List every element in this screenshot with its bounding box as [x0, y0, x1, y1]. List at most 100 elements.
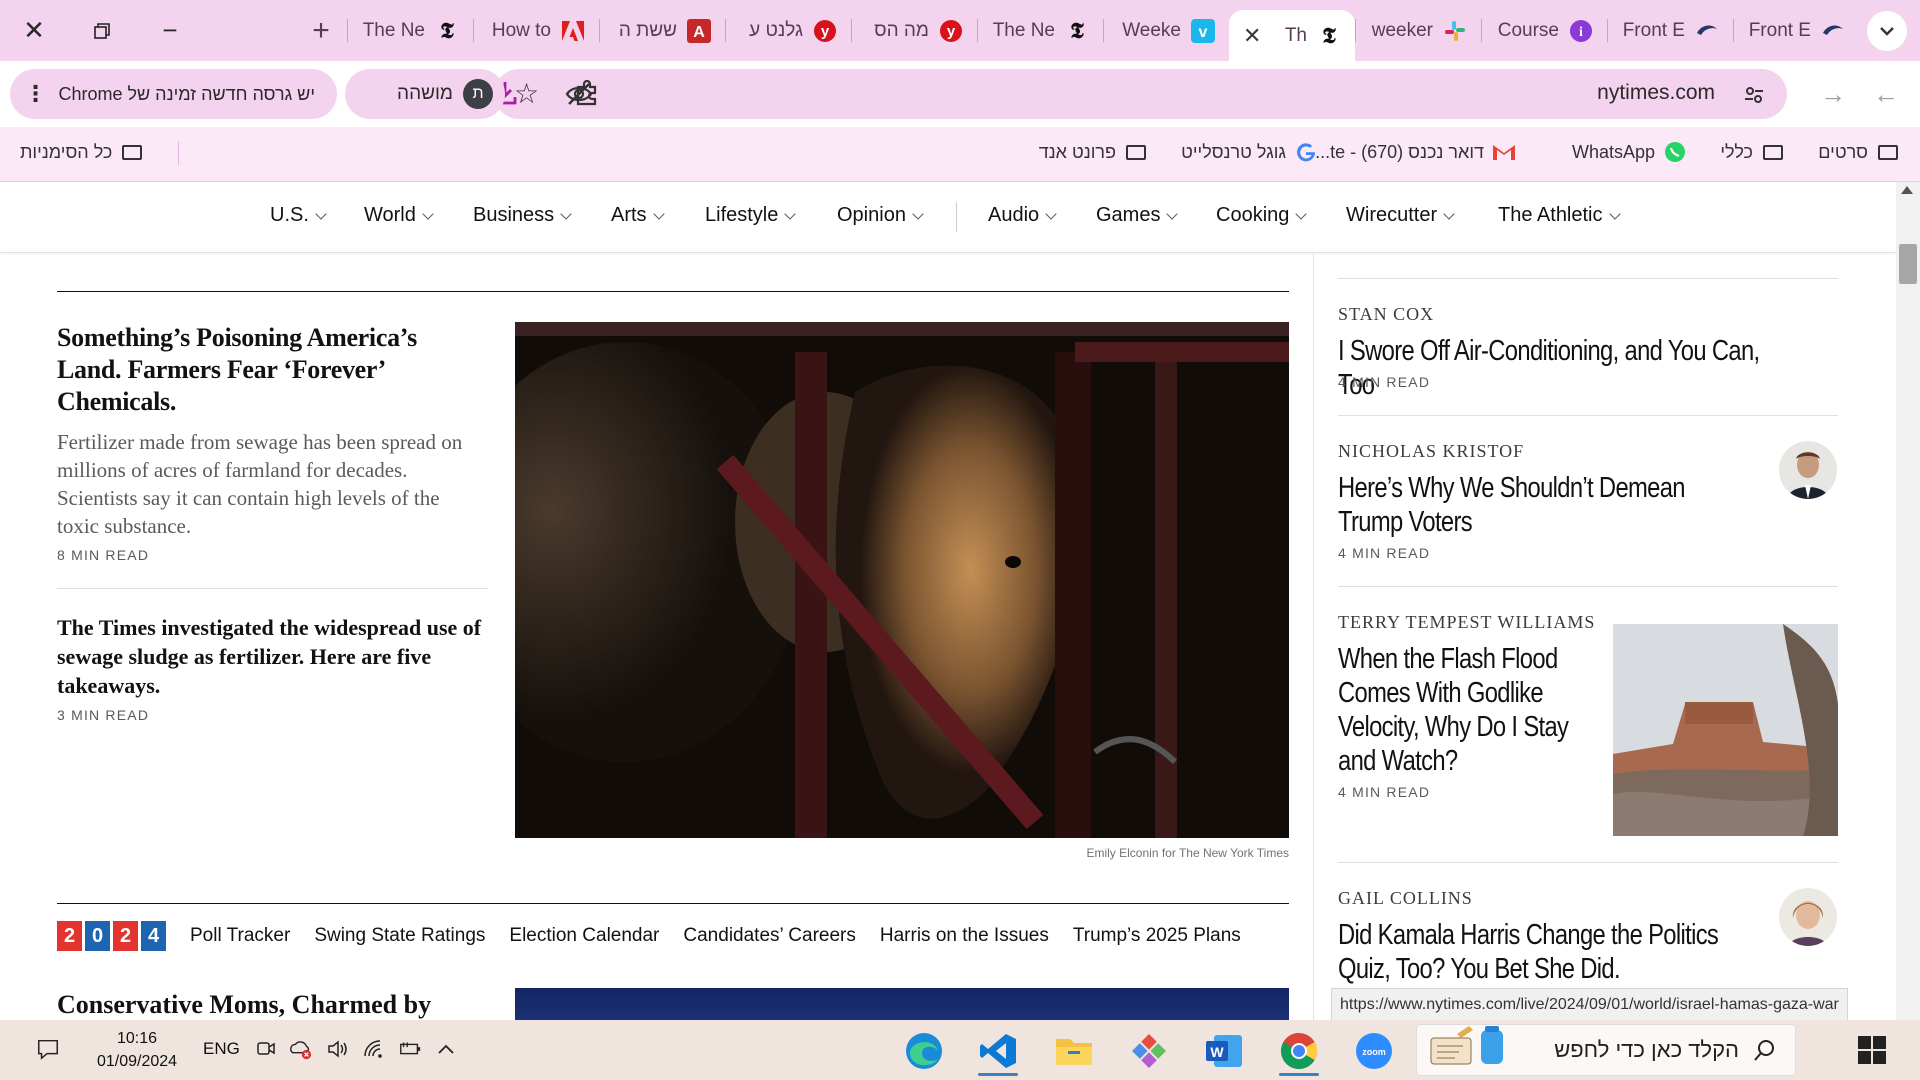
- forward-button[interactable]: →: [1813, 74, 1853, 114]
- wifi-icon[interactable]: [362, 1037, 386, 1061]
- chevron-up-icon[interactable]: [434, 1037, 458, 1061]
- onedrive-error-icon[interactable]: [288, 1037, 312, 1061]
- bookmarks-separator: [178, 141, 179, 165]
- close-tab-icon[interactable]: ✕: [1243, 23, 1261, 49]
- minimize-window-button[interactable]: −: [136, 0, 204, 61]
- lead-headline[interactable]: Something’s Poisoning America’s Land. Fa…: [57, 322, 457, 418]
- bookmark-movies[interactable]: סרטים: [1818, 140, 1900, 164]
- windows-start-button[interactable]: [1856, 1034, 1888, 1066]
- scroll-thumb[interactable]: [1899, 244, 1917, 284]
- link-candidates-careers[interactable]: Candidates’ Careers: [683, 925, 856, 947]
- chrome-icon[interactable]: [1269, 1028, 1329, 1076]
- opinion-author[interactable]: STAN COX: [1338, 304, 1434, 325]
- new-tab-button[interactable]: +: [295, 0, 347, 61]
- third-headline[interactable]: Conservative Moms, Charmed by: [57, 988, 497, 1020]
- bookmark-label: כללי: [1720, 141, 1753, 162]
- zoom-icon[interactable]: zoom: [1344, 1028, 1404, 1074]
- chevron-down-icon: [315, 207, 327, 220]
- opinion-headline[interactable]: Did Kamala Harris Change the Politics Qu…: [1338, 918, 1732, 986]
- nav-cooking[interactable]: Cooking: [1216, 204, 1308, 227]
- nav-audio[interactable]: Audio: [988, 204, 1057, 227]
- nav-wirecutter[interactable]: Wirecutter: [1346, 204, 1455, 227]
- nav-arts[interactable]: Arts: [611, 204, 665, 227]
- tab[interactable]: weeker: [1355, 0, 1481, 61]
- git-icon[interactable]: [1119, 1028, 1179, 1074]
- opinion-photo-canyon[interactable]: [1613, 624, 1838, 836]
- tab[interactable]: How to: [473, 0, 599, 61]
- story-photo[interactable]: [515, 988, 1289, 1020]
- nav-lifestyle[interactable]: Lifestyle: [705, 204, 797, 227]
- word-icon[interactable]: W: [1194, 1028, 1254, 1074]
- address-bar[interactable]: nytimes.com ☆: [494, 69, 1787, 119]
- profile-button[interactable]: ת מושהה: [345, 69, 505, 119]
- notifications-icon[interactable]: [36, 1037, 60, 1061]
- link-swing-state-ratings[interactable]: Swing State Ratings: [314, 925, 485, 947]
- language-indicator[interactable]: ENG: [203, 1039, 240, 1059]
- update-notice-text: יש גרסה חדשה זמינה של Chrome: [58, 83, 315, 104]
- link-election-calendar[interactable]: Election Calendar: [509, 925, 659, 947]
- tab-active[interactable]: 𝕿 Th ✕: [1229, 10, 1355, 61]
- nav-the-athletic[interactable]: The Athletic: [1498, 204, 1621, 227]
- link-trump-2025-plans[interactable]: Trump’s 2025 Plans: [1073, 925, 1241, 947]
- tab[interactable]: A ששת ה: [599, 0, 725, 61]
- edge-icon[interactable]: [894, 1028, 954, 1074]
- clock-time: 10:16: [116, 1030, 158, 1047]
- nav-games[interactable]: Games: [1096, 204, 1179, 227]
- second-headline[interactable]: The Times investigated the widespread us…: [57, 613, 487, 700]
- bookmark-frontend[interactable]: פרונט אנד: [1039, 140, 1148, 164]
- puzzle-icon: [576, 79, 597, 106]
- tab[interactable]: v Weeke: [1103, 0, 1229, 61]
- bookmark-label: סרטים: [1818, 141, 1868, 162]
- lead-summary[interactable]: Fertilizer made from sewage has been spr…: [57, 428, 467, 540]
- tab[interactable]: Front E: [1607, 0, 1733, 61]
- chevron-down-icon: [1880, 26, 1894, 36]
- file-explorer-icon[interactable]: [1044, 1028, 1104, 1074]
- nav-divider: [956, 202, 957, 232]
- tab[interactable]: 𝕿 The Ne: [977, 0, 1103, 61]
- tab[interactable]: 𝕿 The Ne: [347, 0, 473, 61]
- link-harris-on-the-issues[interactable]: Harris on the Issues: [880, 925, 1049, 947]
- author-avatar-kristof[interactable]: [1779, 441, 1837, 499]
- back-button[interactable]: ←: [1866, 74, 1906, 114]
- chrome-update-button[interactable]: יש גרסה חדשה זמינה של Chrome ⋮: [10, 69, 337, 119]
- opinion-headline[interactable]: When the Flash Flood Comes With Godlike …: [1338, 642, 1584, 778]
- opinion-headline[interactable]: I Swore Off Air-Conditioning, and You Ca…: [1338, 334, 1797, 402]
- restore-window-button[interactable]: [68, 0, 136, 61]
- tab[interactable]: y גלנט ע: [725, 0, 851, 61]
- system-clock[interactable]: 10:16 01/09/2024: [86, 1027, 188, 1073]
- scroll-up-arrow-icon[interactable]: [1901, 186, 1913, 194]
- vscode-icon[interactable]: [968, 1028, 1028, 1076]
- all-bookmarks[interactable]: כל הסימניות: [20, 140, 144, 164]
- tab[interactable]: i Course: [1481, 0, 1607, 61]
- folder-icon: [120, 140, 144, 164]
- nav-world[interactable]: World: [364, 204, 434, 227]
- nav-opinion[interactable]: Opinion: [837, 204, 924, 227]
- author-avatar-collins[interactable]: [1779, 888, 1837, 946]
- opinion-author[interactable]: GAIL COLLINS: [1338, 888, 1473, 909]
- url-text[interactable]: nytimes.com: [1597, 81, 1715, 105]
- opinion-author[interactable]: TERRY TEMPEST WILLIAMS: [1338, 612, 1595, 633]
- taskbar-search[interactable]: הקלד כאן כדי לחפש: [1416, 1024, 1796, 1076]
- svg-text:A: A: [693, 24, 705, 41]
- extensions-button[interactable]: [570, 76, 604, 110]
- tab-search-button[interactable]: [1867, 10, 1907, 51]
- meet-now-icon[interactable]: [254, 1037, 278, 1061]
- nav-business[interactable]: Business: [473, 204, 572, 227]
- tab[interactable]: y מה הס: [851, 0, 977, 61]
- bookmark-gmail[interactable]: דואר נכנס (670) - te...: [1315, 140, 1516, 164]
- battery-icon[interactable]: [398, 1037, 422, 1061]
- bookmark-whatsapp[interactable]: WhatsApp: [1572, 140, 1687, 164]
- tab[interactable]: Front E: [1733, 0, 1859, 61]
- election-2024-logo[interactable]: 2 0 2 4: [57, 921, 166, 951]
- bookmark-general[interactable]: כללי: [1720, 140, 1785, 164]
- close-window-button[interactable]: ✕: [0, 0, 68, 61]
- site-settings-icon[interactable]: [1739, 80, 1769, 110]
- opinion-headline[interactable]: Here’s Why We Shouldn’t Demean Trump Vot…: [1338, 471, 1732, 539]
- volume-icon[interactable]: [326, 1037, 350, 1061]
- nav-us[interactable]: U.S.: [270, 204, 327, 227]
- link-poll-tracker[interactable]: Poll Tracker: [190, 925, 290, 947]
- opinion-author[interactable]: NICHOLAS KRISTOF: [1338, 441, 1524, 462]
- lead-photo-cow[interactable]: [515, 322, 1289, 838]
- page-scrollbar[interactable]: [1896, 182, 1920, 1020]
- bookmark-google-translate[interactable]: גוגל טרנסלייט: [1181, 140, 1318, 164]
